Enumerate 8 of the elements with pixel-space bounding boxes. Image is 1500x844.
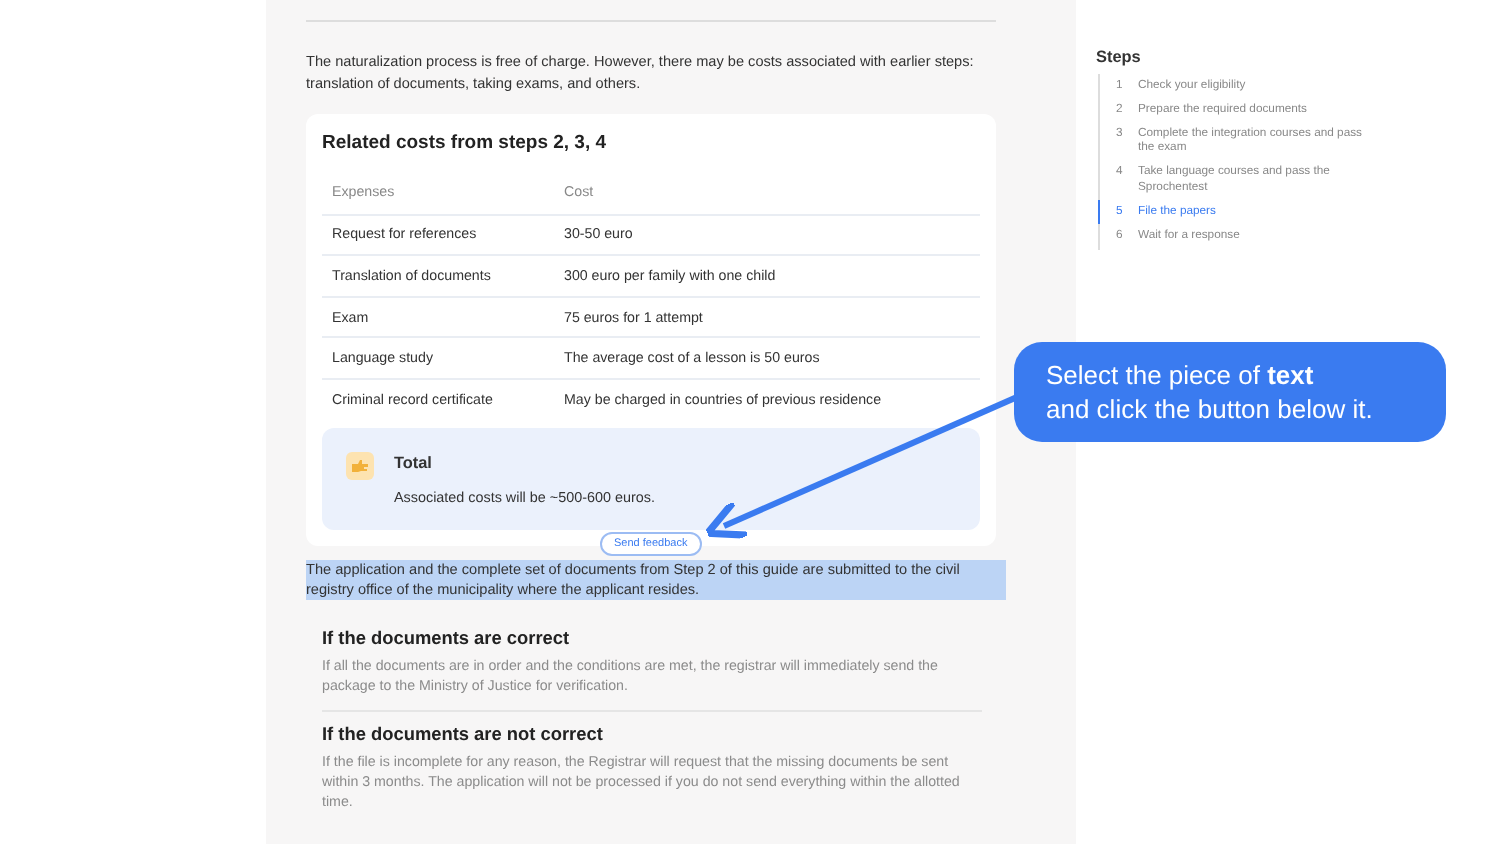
section-heading: If the documents are correct (322, 627, 572, 648)
callout-text: and click the button below it. (1046, 392, 1373, 426)
total-title: Total (394, 453, 434, 472)
callout-text: Select the piece of text (1046, 358, 1314, 392)
card-title: Related costs from steps 2, 3, 4 (322, 132, 609, 154)
section-heading: If the documents are not correct (322, 723, 605, 744)
steps-title: Steps (1096, 48, 1143, 66)
pointing-hand-icon (346, 451, 374, 480)
